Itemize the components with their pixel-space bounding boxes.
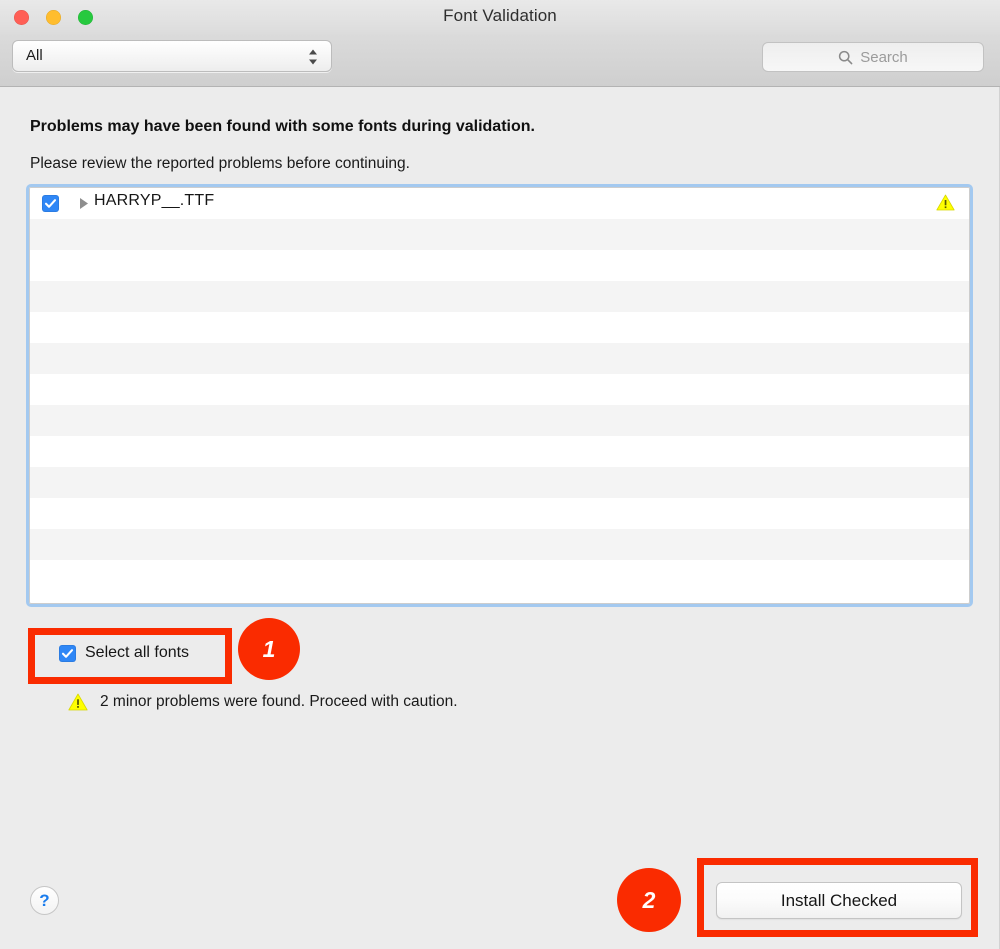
disclosure-triangle-icon[interactable]: [78, 197, 90, 210]
table-row-empty[interactable]: [30, 436, 969, 467]
font-filter-selected-label: All: [26, 47, 43, 64]
headline-text: Problems may have been found with some f…: [30, 118, 535, 135]
select-all-fonts-checkbox[interactable]: Select all fonts: [28, 628, 232, 684]
table-row-empty[interactable]: [30, 529, 969, 560]
search-input-inner: Search: [763, 43, 983, 71]
font-validation-window: Font Validation All Search Problems may …: [0, 0, 1000, 949]
table-row-empty[interactable]: [30, 467, 969, 498]
select-all-fonts-inner: Select all fonts: [59, 644, 189, 662]
problem-summary-text: 2 minor problems were found. Proceed wit…: [100, 693, 458, 710]
search-icon: [838, 50, 853, 65]
table-row-empty[interactable]: [30, 374, 969, 405]
help-button[interactable]: ?: [30, 886, 59, 915]
warning-triangle-icon: [68, 693, 88, 711]
table-row-empty[interactable]: [30, 405, 969, 436]
subheadline-text: Please review the reported problems befo…: [30, 155, 410, 172]
problem-summary: 2 minor problems were found. Proceed wit…: [68, 693, 458, 711]
window-titlebar: Font Validation: [0, 0, 1000, 35]
annotation-badge-2: 2: [617, 868, 681, 932]
install-checked-button[interactable]: Install Checked: [716, 882, 962, 919]
font-list-empty-rows: [30, 219, 969, 591]
warning-triangle-icon: [936, 194, 955, 211]
font-file-name: HARRYP__.TTF: [94, 192, 215, 209]
table-row-empty[interactable]: [30, 281, 969, 312]
table-row-empty[interactable]: [30, 250, 969, 281]
table-row-empty[interactable]: [30, 219, 969, 250]
table-row-empty[interactable]: [30, 343, 969, 374]
toolbar: All Search: [0, 34, 1000, 87]
font-filter-popup-button[interactable]: All: [12, 40, 332, 72]
table-row[interactable]: HARRYP__.TTF: [30, 188, 969, 219]
window-title: Font Validation: [443, 6, 557, 25]
select-all-checkbox-box[interactable]: [59, 644, 76, 662]
annotation-badge-1: 1: [238, 618, 300, 680]
search-input[interactable]: Search: [762, 42, 984, 72]
install-checked-annotation: Install Checked: [697, 858, 978, 937]
font-list[interactable]: HARRYP__.TTF: [29, 187, 970, 604]
table-row-empty[interactable]: [30, 498, 969, 529]
search-placeholder-label: Search: [860, 48, 908, 66]
table-row-empty[interactable]: [30, 560, 969, 591]
up-down-chevron-icon: [307, 47, 319, 67]
font-list-focus-ring: HARRYP__.TTF: [26, 184, 973, 607]
select-all-fonts-label: Select all fonts: [85, 644, 190, 661]
dialog-content: Problems may have been found with some f…: [0, 87, 1000, 949]
table-row-empty[interactable]: [30, 312, 969, 343]
row-checkbox[interactable]: [42, 195, 59, 212]
